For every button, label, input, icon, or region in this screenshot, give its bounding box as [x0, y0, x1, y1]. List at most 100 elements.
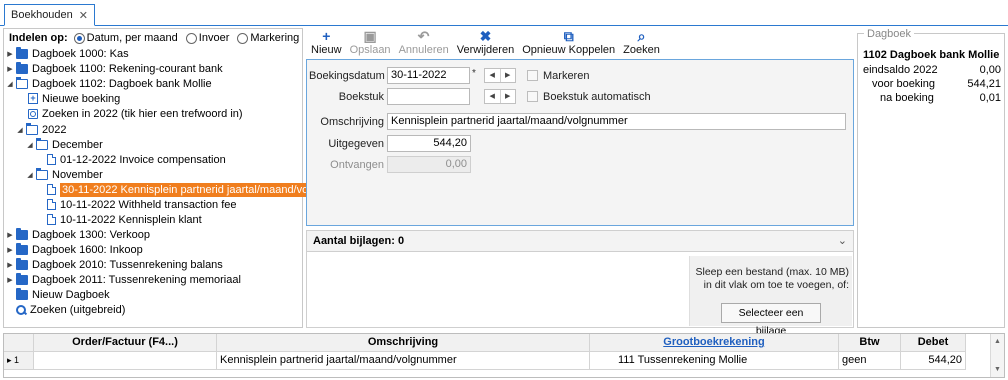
folder-open-icon [26, 122, 38, 135]
column-header-debet[interactable]: Debet [901, 334, 966, 352]
nieuw-button[interactable]: + Nieuw [307, 28, 346, 58]
tree-item-label: 01-12-2022 Invoice compensation [60, 153, 226, 166]
tree-item-kennisplein-klant[interactable]: 10-11-2022 Kennisplein klant [47, 212, 202, 227]
grouping-label: Indelen op: [9, 32, 68, 44]
row-marker[interactable]: ▸ 1 [4, 352, 34, 370]
tree-item-kennisplein-partnerid[interactable]: 30-11-2022 Kennisplein partnerid jaartal… [47, 182, 335, 197]
expand-arrow-icon[interactable]: ▶ [6, 50, 14, 58]
omschrijving-field[interactable]: Kennisplein partnerid jaartal/maand/volg… [387, 113, 846, 130]
uitgegeven-field[interactable]: 544,20 [387, 135, 471, 152]
debet-cell[interactable]: 544,20 [901, 352, 966, 370]
scroll-up-icon[interactable]: ▲ [994, 338, 1001, 345]
undo-icon: ↶ [417, 28, 430, 44]
uitgegeven-label: Uitgegeven [328, 138, 384, 150]
tree-item-2022[interactable]: ◢ 2022 [16, 122, 66, 137]
saldo-value: 0,00 [979, 64, 1001, 76]
ontvangen-field[interactable]: 0,00 [387, 156, 471, 173]
expand-arrow-icon[interactable]: ▶ [6, 261, 14, 269]
close-icon[interactable]: ✕ [79, 9, 88, 22]
column-header-btw[interactable]: Btw [839, 334, 901, 352]
chevron-down-icon[interactable]: ⌄ [838, 234, 847, 247]
date-stepper[interactable]: ◀ ▶ [484, 68, 516, 83]
omschrijving-label: Omschrijving [320, 116, 384, 128]
next-arrow-icon[interactable]: ▶ [501, 90, 516, 103]
booking-form: Boekingsdatum 30-11-2022 * ◀ ▶ Markeren … [306, 59, 854, 226]
markeren-checkbox[interactable] [527, 70, 538, 81]
radio-datum-per-maand[interactable]: Datum, per maand [73, 32, 178, 44]
prev-arrow-icon[interactable]: ◀ [485, 69, 501, 82]
tree-item-label: 10-11-2022 Withheld transaction fee [60, 198, 237, 211]
saldo-value: 544,21 [967, 78, 1001, 90]
next-arrow-icon[interactable]: ▶ [501, 69, 516, 82]
tree-item-withheld-transaction-fee[interactable]: 10-11-2022 Withheld transaction fee [47, 197, 237, 212]
tree-item-zoeken-2022[interactable]: Zoeken in 2022 (tik hier een trefwoord i… [28, 106, 243, 121]
dagboek-legend: Dagboek [864, 28, 915, 40]
tree-item-label: December [52, 138, 103, 151]
collapse-arrow-icon[interactable]: ◢ [6, 80, 14, 88]
select-attachment-button[interactable]: Selecteer een bijlage [721, 303, 821, 337]
tree-item-zoeken-uitgebreid[interactable]: Zoeken (uitgebreid) [16, 302, 125, 317]
folder-icon [16, 287, 28, 300]
radio-icon[interactable] [185, 32, 197, 44]
radio-invoer[interactable]: Invoer [185, 32, 229, 44]
button-label: Opslaan [349, 44, 391, 56]
tree-item-nieuwe-boeking[interactable]: + Nieuwe boeking [28, 91, 120, 106]
folder-icon [16, 242, 28, 255]
ontvangen-label: Ontvangen [330, 159, 384, 171]
zoeken-button[interactable]: ⌕ Zoeken [619, 28, 664, 58]
tree-item-invoice-compensation[interactable]: 01-12-2022 Invoice compensation [47, 152, 226, 167]
booking-lines-grid: Order/Factuur (F4...) Omschrijving Groot… [3, 333, 1005, 378]
attachments-header[interactable]: Aantal bijlagen: 0 ⌄ [306, 230, 854, 252]
folder-icon [16, 227, 28, 240]
tree-item-nieuw-dagboek[interactable]: Nieuw Dagboek [16, 287, 110, 302]
expand-arrow-icon[interactable]: ▶ [6, 276, 14, 284]
boekstuk-automatisch-checkbox[interactable] [527, 91, 538, 102]
boekingsdatum-field[interactable]: 30-11-2022 [387, 67, 470, 84]
scroll-down-icon[interactable]: ▼ [994, 366, 1001, 373]
radio-markering[interactable]: Markering [237, 32, 299, 44]
column-header-grootboekrekening[interactable]: Grootboekrekening [590, 334, 839, 352]
tree-item-december[interactable]: ◢ December [26, 137, 103, 152]
file-drop-zone[interactable]: Sleep een bestand (max. 10 MB) in dit vl… [689, 256, 852, 337]
tree-item-dagboek-2010[interactable]: ▶ Dagboek 2010: Tussenrekening balans [6, 257, 223, 272]
opnieuw-koppelen-button[interactable]: ⧉ Opnieuw Koppelen [518, 28, 619, 58]
tree-item-november[interactable]: ◢ November [26, 167, 103, 182]
navigation-panel: Indelen op: Datum, per maand Invoer Mark… [3, 28, 335, 328]
tree-item-label: Nieuwe boeking [42, 92, 121, 105]
column-header-omschrijving[interactable]: Omschrijving [217, 334, 590, 352]
radio-selected-icon[interactable] [73, 32, 85, 44]
expand-arrow-icon[interactable]: ▶ [6, 246, 14, 254]
required-mark: * [472, 68, 476, 79]
opslaan-button[interactable]: ▣ Opslaan [346, 28, 395, 58]
tree-item-dagboek-1600[interactable]: ▶ Dagboek 1600: Inkoop [6, 242, 143, 257]
vertical-scrollbar[interactable]: ▲ ▼ [990, 334, 1004, 377]
tree-item-dagboek-2011[interactable]: ▶ Dagboek 2011: Tussenrekening memoriaal [6, 272, 241, 287]
annuleren-button[interactable]: ↶ Annuleren [395, 28, 453, 58]
boekstuk-field[interactable] [387, 88, 470, 105]
toolbar: + Nieuw ▣ Opslaan ↶ Annuleren ✖ Verwijde… [307, 28, 855, 58]
tree-item-dagboek-1102[interactable]: ◢ Dagboek 1102: Dagboek bank Mollie [6, 76, 212, 91]
tree-item-dagboek-1000[interactable]: ▶ Dagboek 1000: Kas [6, 46, 129, 61]
collapse-arrow-icon[interactable]: ◢ [26, 171, 34, 179]
grouping-options: Indelen op: Datum, per maand Invoer Mark… [9, 30, 303, 46]
expand-arrow-icon[interactable]: ▶ [6, 65, 14, 73]
btw-cell[interactable]: geen [839, 352, 901, 370]
tree-item-label: November [52, 168, 103, 181]
button-label: Verwijderen [456, 44, 515, 56]
column-header-order[interactable]: Order/Factuur (F4...) [34, 334, 217, 352]
radio-icon[interactable] [237, 32, 249, 44]
omschrijving-cell[interactable]: Kennisplein partnerid jaartal/maand/volg… [217, 352, 590, 370]
verwijderen-button[interactable]: ✖ Verwijderen [453, 28, 518, 58]
collapse-arrow-icon[interactable]: ◢ [26, 141, 34, 149]
prev-arrow-icon[interactable]: ◀ [485, 90, 501, 103]
boekstuk-stepper[interactable]: ◀ ▶ [484, 89, 516, 104]
tree-item-dagboek-1100[interactable]: ▶ Dagboek 1100: Rekening-courant bank [6, 61, 223, 76]
tree-item-dagboek-1300[interactable]: ▶ Dagboek 1300: Verkoop [6, 227, 150, 242]
collapse-arrow-icon[interactable]: ◢ [16, 126, 24, 134]
expand-arrow-icon[interactable]: ▶ [6, 231, 14, 239]
boekingsdatum-label: Boekingsdatum [309, 70, 385, 82]
folder-icon [16, 257, 28, 270]
tab-boekhouden[interactable]: Boekhouden ✕ [4, 4, 95, 26]
grootboek-cell[interactable]: 111 Tussenrekening Mollie [590, 352, 839, 370]
order-cell[interactable] [34, 352, 217, 370]
